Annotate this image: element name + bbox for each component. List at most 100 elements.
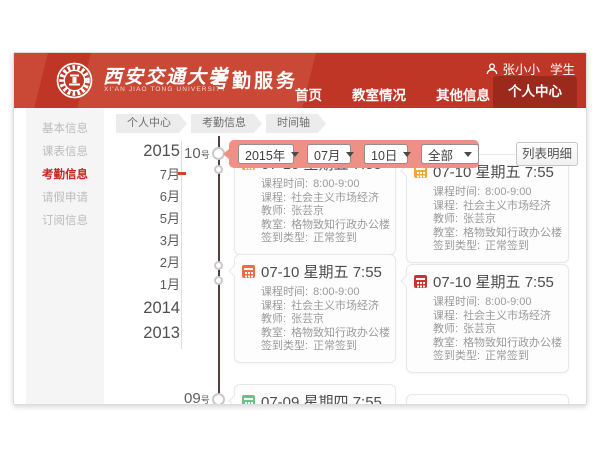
- main-nav: 首页 教室情况 其他信息: [295, 84, 490, 104]
- detail-value: 张芸京: [463, 213, 496, 225]
- university-gear-emblem-icon: [56, 62, 93, 99]
- nav-classrooms[interactable]: 教室情况: [352, 84, 406, 104]
- sidebar-item-attendance-info[interactable]: 考勤信息: [26, 164, 104, 187]
- day-dropdown-value: 10日: [371, 145, 397, 164]
- year-dropdown[interactable]: 2015年: [238, 144, 294, 164]
- card-title: 07-09 星期四 7:55: [261, 391, 382, 405]
- timeline-nav-month[interactable]: 5月: [132, 208, 180, 230]
- detail-label: 教室:: [261, 219, 286, 231]
- person-icon: [486, 63, 498, 75]
- chevron-down-icon: [464, 152, 472, 157]
- detail-label: 教室:: [261, 327, 286, 339]
- detail-value: 社会主义市场经济: [463, 200, 551, 212]
- timeline-node: [214, 276, 223, 285]
- detail-value: 正常签到: [485, 240, 529, 252]
- type-dropdown[interactable]: 全部: [421, 144, 479, 164]
- sidebar-item-basic-info[interactable]: 基本信息: [26, 118, 104, 141]
- detail-value: 8:00-9:00: [313, 286, 359, 298]
- sidebar-item-leave-request[interactable]: 请假申请: [26, 187, 104, 210]
- timeline-nav-month[interactable]: 6月: [132, 186, 180, 208]
- detail-value: 社会主义市场经济: [291, 300, 379, 312]
- year-dropdown-value: 2015年: [245, 145, 285, 164]
- date-filter-bar: 2015年 07月 10日 全部: [229, 140, 479, 168]
- detail-value: 张芸京: [291, 205, 324, 217]
- breadcrumb-personal-center[interactable]: 个人中心: [116, 114, 187, 133]
- timeline-node: [212, 393, 225, 405]
- timeline-nav-month[interactable]: 3月: [132, 230, 180, 252]
- breadcrumb: 个人中心 考勤信息 时间轴: [116, 114, 326, 133]
- nav-other-info[interactable]: 其他信息: [436, 84, 490, 104]
- timeline-year-nav: 2015 7月 6月 5月 3月 2月 1月 2014 2013: [132, 139, 180, 346]
- detail-label: 课程时间:: [433, 186, 480, 198]
- sidebar: 基本信息 课表信息 考勤信息 请假申请 订阅信息: [26, 108, 104, 404]
- chevron-down-icon: [403, 152, 411, 157]
- day-suffix: 号: [201, 395, 210, 405]
- detail-value: 格物致知行政办公楼: [463, 227, 562, 239]
- timeline-node: [214, 261, 223, 270]
- detail-label: 课程:: [433, 200, 458, 212]
- calendar-icon: [242, 395, 255, 405]
- timeline-card: 07-10 星期五 7:55 课程时间: 8:00-9:00 课程: 社会主义市场经…: [406, 264, 569, 373]
- detail-label: 教师:: [261, 205, 286, 217]
- detail-value: 张芸京: [291, 313, 324, 325]
- screenshot-canvas: 西安交通大学 XI'AN JIAO TONG UNIVERSITY 考勤服务 张…: [0, 0, 600, 450]
- detail-label: 课程时间:: [261, 178, 308, 190]
- card-title: 07-10 星期五 7:55: [433, 271, 554, 292]
- detail-label: 教师:: [433, 213, 458, 225]
- detail-label: 签到类型:: [261, 340, 308, 352]
- detail-label: 课程:: [261, 300, 286, 312]
- calendar-icon: [242, 265, 255, 278]
- timeline-card: 07-10 星期五 7:55 课程时间:8:00-9:00 课程:社会主义市场经…: [406, 154, 569, 263]
- timeline-nav-year[interactable]: 2013: [132, 321, 180, 346]
- app-window: 西安交通大学 XI'AN JIAO TONG UNIVERSITY 考勤服务 张…: [13, 52, 587, 405]
- university-name-en: XI'AN JIAO TONG UNIVERSITY: [104, 86, 226, 93]
- calendar-icon: [414, 275, 427, 288]
- detail-label: 课程:: [433, 310, 458, 322]
- detail-label: 教师:: [433, 323, 458, 335]
- breadcrumb-timeline[interactable]: 时间轴: [266, 114, 326, 133]
- timeline-nav-year[interactable]: 2015: [132, 139, 180, 164]
- timeline-nav-year[interactable]: 2014: [132, 296, 180, 321]
- detail-value: 格物致知行政办公楼: [463, 337, 562, 349]
- sidebar-item-schedule-info[interactable]: 课表信息: [26, 141, 104, 164]
- detail-value: 格物致知行政办公楼: [291, 327, 390, 339]
- current-month-marker: [178, 172, 186, 175]
- timeline-nav-month[interactable]: 2月: [132, 252, 180, 274]
- timeline-card: 07-09 星期四 7:55: [234, 384, 396, 405]
- day-dropdown[interactable]: 10日: [364, 144, 408, 164]
- nav-home[interactable]: 首页: [295, 84, 322, 104]
- detail-value: 8:00-9:00: [313, 178, 359, 190]
- chevron-down-icon: [291, 152, 299, 157]
- detail-value: 社会主义市场经济: [463, 310, 551, 322]
- detail-label: 教室:: [433, 337, 458, 349]
- sidebar-item-subscription-info[interactable]: 订阅信息: [26, 210, 104, 233]
- detail-label: 签到类型:: [261, 232, 308, 244]
- detail-value: 正常签到: [485, 350, 529, 362]
- timeline-nav-month-current[interactable]: 7月: [132, 164, 180, 186]
- detail-value: 张芸京: [463, 323, 496, 335]
- type-dropdown-value: 全部: [428, 145, 453, 164]
- detail-value: 正常签到: [313, 340, 357, 352]
- detail-value: 8:00-9:00: [485, 186, 531, 198]
- card-title: 07-10 星期五 7:55: [261, 261, 382, 282]
- day-suffix: 号: [201, 150, 210, 160]
- detail-label: 教室:: [433, 227, 458, 239]
- day-marker-10: 10号: [184, 145, 210, 163]
- breadcrumb-attendance-info[interactable]: 考勤信息: [191, 114, 262, 133]
- timeline-nav-month[interactable]: 1月: [132, 274, 180, 296]
- timeline-line: [218, 136, 220, 404]
- detail-value: 格物致知行政办公楼: [291, 219, 390, 231]
- app-header: 西安交通大学 XI'AN JIAO TONG UNIVERSITY 考勤服务 张…: [14, 53, 586, 108]
- month-dropdown[interactable]: 07月: [307, 144, 351, 164]
- list-detail-button[interactable]: 列表明细: [516, 142, 578, 166]
- timeline-card: 07-10 星期五 7:55 课程时间:8:00-9:00 课程:社会主义市场经…: [234, 254, 396, 363]
- detail-label: 课程:: [261, 192, 286, 204]
- chevron-down-icon: [346, 152, 354, 157]
- detail-label: 教师:: [261, 313, 286, 325]
- nav-personal-center-active-tab[interactable]: 个人中心: [493, 76, 577, 108]
- day-marker-09: 09号: [184, 390, 210, 405]
- detail-label: 课程时间:: [433, 296, 480, 308]
- detail-value: 8:00-9:00: [485, 296, 531, 308]
- detail-label: 签到类型:: [433, 350, 480, 362]
- detail-value: 正常签到: [313, 232, 357, 244]
